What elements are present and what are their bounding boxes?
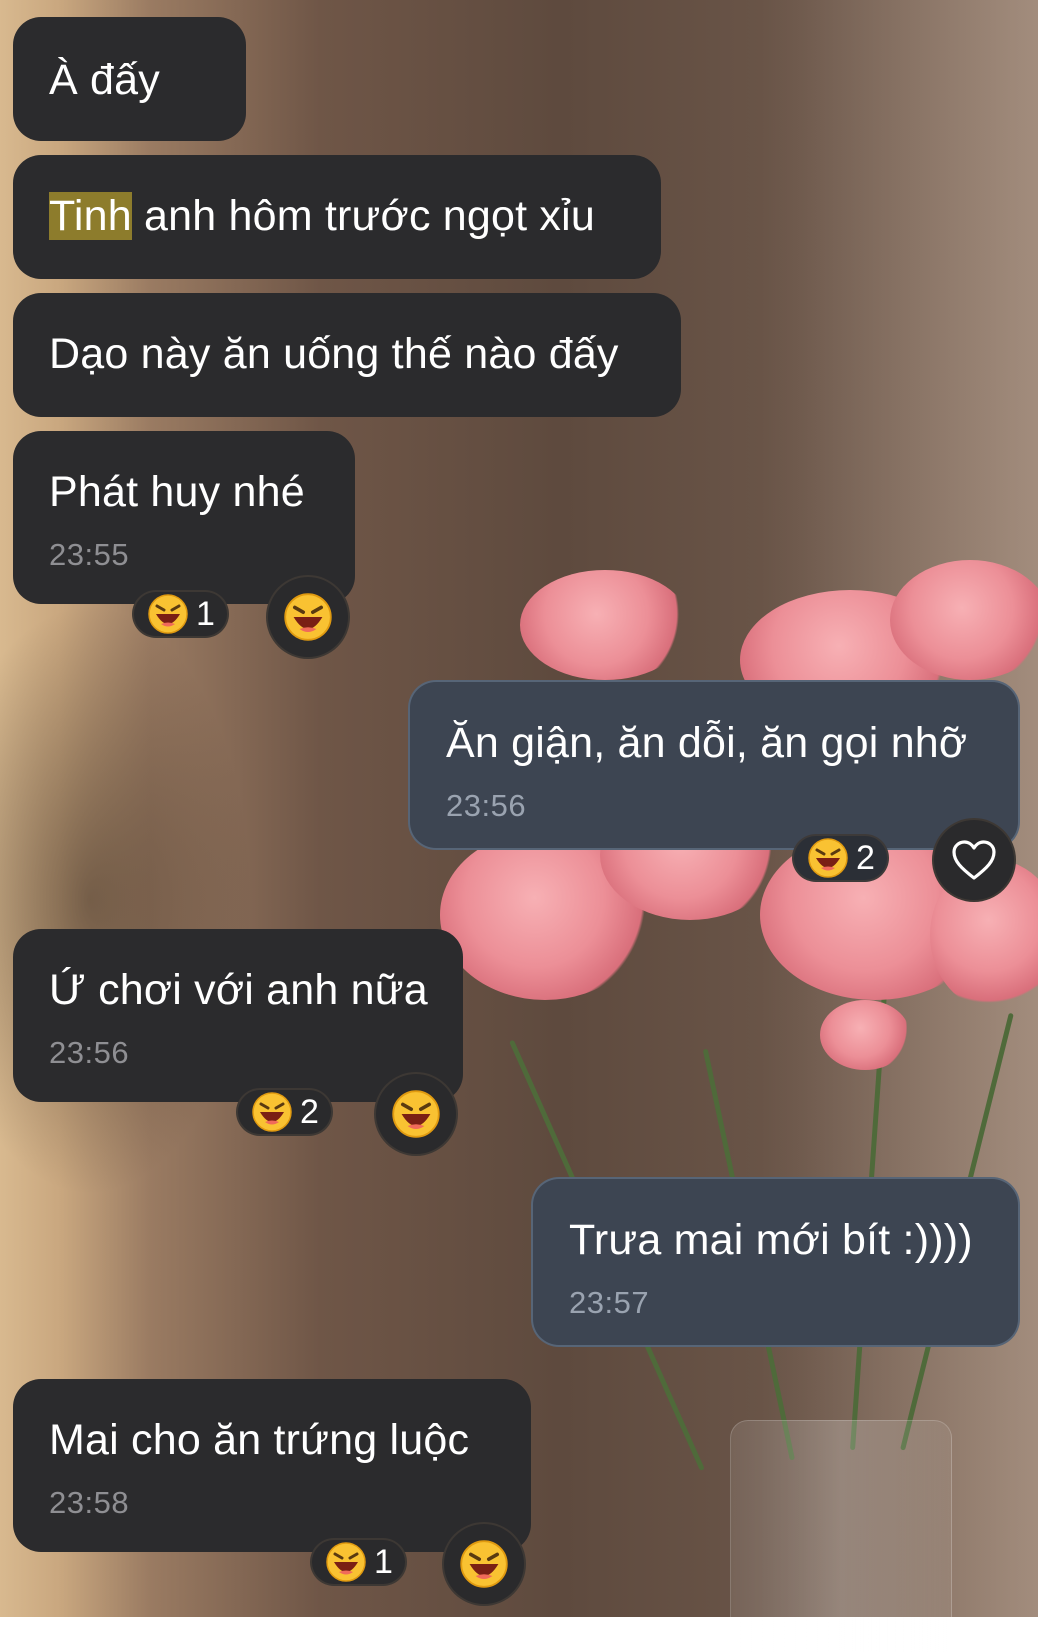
message-text: Mai cho ăn trứng luộc bbox=[49, 1416, 470, 1464]
laughing-emoji-icon bbox=[392, 1090, 440, 1138]
laughing-emoji-icon bbox=[148, 594, 188, 634]
laughing-emoji-icon bbox=[252, 1092, 292, 1132]
message-bubble-incoming[interactable]: Dạo này ăn uống thế nào đấy bbox=[13, 293, 681, 417]
message-text-rest: anh hôm trước ngọt xỉu bbox=[131, 192, 595, 240]
message-text: Ứ chơi với anh nữa bbox=[49, 966, 428, 1014]
message-timestamp: 23:55 bbox=[49, 537, 130, 572]
message-text: Phát huy nhé bbox=[49, 468, 305, 516]
heart-reaction-button[interactable] bbox=[932, 818, 1016, 902]
reaction-count: 1 bbox=[196, 594, 215, 633]
message-bubble-outgoing[interactable]: Ăn giận, ăn dỗi, ăn gọi nhỡ 23:56 bbox=[408, 680, 1020, 850]
message-text: Trưa mai mới bít :)))) bbox=[569, 1216, 973, 1264]
reaction-pill[interactable]: 1 bbox=[132, 590, 229, 638]
glass-vase bbox=[730, 1420, 952, 1652]
message-text: Tinh anh hôm trước ngọt xỉu bbox=[49, 192, 625, 240]
message-bubble-incoming[interactable]: Mai cho ăn trứng luộc 23:58 bbox=[13, 1379, 531, 1552]
carnation-bud bbox=[820, 1000, 910, 1070]
reaction-count: 1 bbox=[374, 1542, 393, 1581]
message-text: À đấy bbox=[49, 56, 160, 104]
reaction-count: 2 bbox=[856, 838, 875, 877]
laughing-emoji-icon bbox=[284, 593, 332, 641]
carnation-flower bbox=[890, 560, 1038, 680]
add-reaction-button[interactable] bbox=[374, 1072, 458, 1156]
carnation-flower bbox=[520, 570, 690, 680]
reaction-pill[interactable]: 1 bbox=[310, 1538, 407, 1586]
reaction-pill[interactable]: 2 bbox=[792, 834, 889, 882]
laughing-emoji-icon bbox=[326, 1542, 366, 1582]
laughing-emoji-icon bbox=[808, 838, 848, 878]
message-bubble-incoming[interactable]: Tinh anh hôm trước ngọt xỉu bbox=[13, 155, 661, 279]
message-bubble-outgoing[interactable]: Trưa mai mới bít :)))) 23:57 bbox=[531, 1177, 1020, 1347]
laughing-emoji-icon bbox=[460, 1540, 508, 1588]
message-timestamp: 23:58 bbox=[49, 1485, 130, 1520]
message-timestamp: 23:56 bbox=[446, 788, 527, 823]
reaction-count: 2 bbox=[300, 1092, 319, 1131]
reaction-pill[interactable]: 2 bbox=[236, 1088, 333, 1136]
search-highlight: Tinh bbox=[49, 192, 132, 240]
add-reaction-button[interactable] bbox=[442, 1522, 526, 1606]
add-reaction-button[interactable] bbox=[266, 575, 350, 659]
heart-outline-icon bbox=[952, 840, 996, 880]
message-timestamp: 23:56 bbox=[49, 1035, 130, 1070]
message-timestamp: 23:57 bbox=[569, 1285, 650, 1320]
message-text: Ăn giận, ăn dỗi, ăn gọi nhỡ bbox=[446, 719, 968, 767]
message-bubble-incoming[interactable]: À đấy bbox=[13, 17, 246, 141]
message-text: Dạo này ăn uống thế nào đấy bbox=[49, 330, 619, 378]
